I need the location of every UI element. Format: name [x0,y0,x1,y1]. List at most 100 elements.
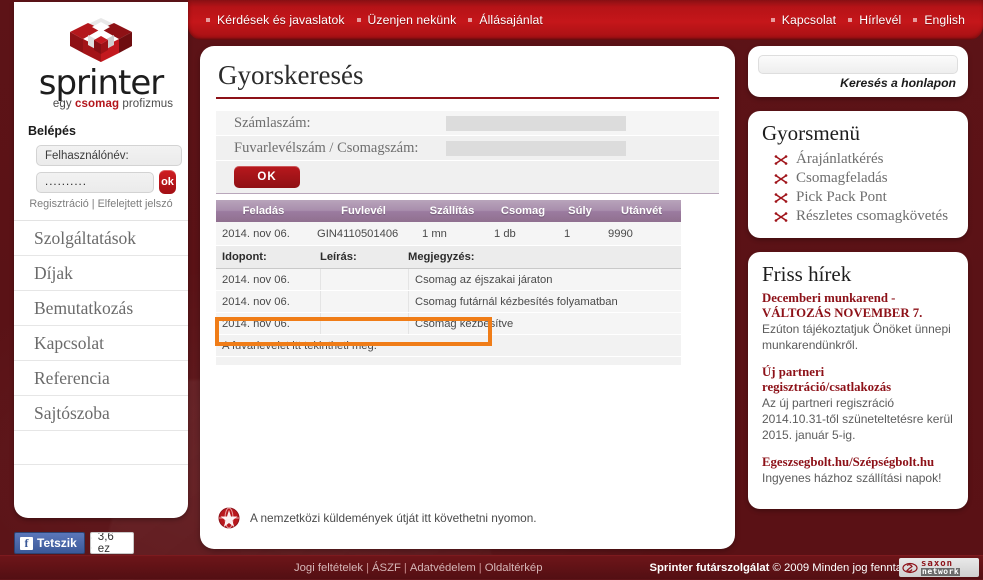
events-header-megjegyzes: Megjegyzés: [408,251,475,263]
news-item[interactable]: Új partneri regisztráció/csatlakozás Az … [762,365,954,444]
password-input[interactable] [36,171,154,193]
facebook-like-button[interactable]: f Tetszik [14,532,85,554]
quickmenu-title: Gyorsmenü [762,121,860,145]
facebook-like-widget[interactable]: f Tetszik 3,6 ez [14,532,134,554]
tagline-post: profizmus [119,98,174,110]
quickmenu-item-csomagfeladas[interactable]: Csomagfeladás [762,169,954,188]
table-bottom-spacer [216,357,681,365]
top-navigation-bar: Kérdések és javaslatok Üzenjen nekünk Ál… [188,0,983,40]
nav-link-label[interactable]: Állásajánlat [479,13,543,27]
form-label: Fuvarlevélszám / Csomagszám: [234,139,419,156]
form-button-row: OK [216,161,719,194]
footer-separator: | [403,561,407,574]
sidebar-item-szolgaltatasok[interactable]: Szolgáltatások [14,221,188,256]
table-row: 2014. nov 06. GIN4110501406 1 mn 1 db 1 … [216,222,681,246]
events-header-row: Idopont: Leírás: Megjegyzés: [216,246,681,269]
nav-item-kerdesek[interactable]: Kérdések és javaslatok [206,13,345,27]
saxon-network-logo[interactable]: saxon network [899,558,979,577]
right-sidebar: Keresés a honlapon Gyorsmenü Árajánlatké… [748,46,968,523]
left-sidebar-panel: sprinter egy csomag profizmus Belépés ok… [14,2,188,518]
footer-link-adatvedelem[interactable]: Adatvédelem [410,562,476,574]
form-label: Számlaszám: [234,114,311,131]
events-header-idopont: Idopont: [222,251,267,263]
footer-link-aszf[interactable]: ÁSZF [372,562,401,574]
footer-links: Jogi feltételek | ÁSZF | Adatvédelem | Oldalté… [294,562,543,574]
quickmenu-item-label: Árajánlatkérés [796,151,884,167]
table-header-utanvet: Utánvét [620,205,663,217]
top-nav-right-group: Kapcsolat Hírlevél English [759,13,965,27]
nav-item-english[interactable]: English [901,13,965,27]
results-table: Feladás Fuvlevél Szállítás Csomag Súly U… [216,200,681,365]
cell-utanvet: 9990 [608,227,633,240]
nav-link-label[interactable]: English [924,13,965,27]
table-header-fuvlevel: Fuvlevél [341,205,386,217]
international-tracking-note[interactable]: A nemzetközi küldemények útját itt követ… [218,507,537,529]
footer-link-oldalterkep[interactable]: Oldaltérkép [485,562,543,574]
quickmenu-item-reszletes-csomagkovetes[interactable]: Részletes csomagkövetés [762,207,954,226]
gift-box-icon [70,18,132,62]
sidebar-item-sajtoszoba[interactable]: Sajtószoba [14,396,188,431]
nav-item-hirlevel[interactable]: Hírlevél [836,13,901,27]
news-item[interactable]: Decemberi munkarend - VÁLTOZÁS NOVEMBER … [762,291,954,354]
nav-item-uzenjen[interactable]: Üzenjen nekünk [345,13,457,27]
site-search-label[interactable]: Keresés a honlapon [758,76,958,90]
login-ok-button[interactable]: ok [159,170,176,194]
bullet-icon [468,18,473,22]
brand-logo-area[interactable]: sprinter egy csomag profizmus [14,2,188,116]
news-item[interactable]: Egeszsegbolt.hu/Szépségbolt.hu Ingyenes … [762,455,954,487]
quickmenu-item-arajanlatkeres[interactable]: Árajánlatkérés [762,150,954,169]
top-nav-left-group: Kérdések és javaslatok Üzenjen nekünk Ál… [206,13,543,27]
cell-fuvlevel: GIN4110501406 [317,227,399,240]
szamlaszam-input[interactable] [446,115,626,131]
nav-link-label[interactable]: Kérdések és javaslatok [217,13,345,27]
forgot-password-link[interactable]: Elfelejtett jelszó [98,198,173,210]
bullet-icon [206,18,210,22]
title-divider [216,97,719,99]
sidebar-item-dijak[interactable]: Díjak [14,256,188,291]
tagline-pre: egy [52,98,76,110]
footer-link-jogi-feltetelek[interactable]: Jogi feltételek [294,562,363,574]
submit-ok-button[interactable]: OK [234,166,300,188]
tagline-bold: csomag [75,98,120,110]
scissors-icon [774,211,788,222]
fuvarlevelszam-input[interactable] [446,140,626,156]
bullet-icon [356,18,361,22]
news-item-body: Ezúton tájékoztatjuk Önöket ünnepi munka… [762,322,951,353]
event-row: 2014. nov 06. Csomag futárnál kézbesítés… [216,291,681,313]
register-link[interactable]: Regisztráció [29,198,88,210]
cell-szallitas: 1 mn [422,227,447,240]
nav-link-label[interactable]: Hírlevél [859,13,901,27]
news-title: Friss hírek [762,262,852,286]
nav-item-allasajanlat[interactable]: Állásajánlat [456,13,543,27]
login-box: Belépés ok Regisztráció | Elfelejtett je… [14,116,188,210]
login-title: Belépés [28,124,76,138]
saxon-line-2: network [921,566,961,576]
quickmenu-item-label: Csomagfeladás [796,170,888,186]
event-row-highlighted: 2014. nov 06. Csomag kézbesítve [216,313,681,335]
scissors-icon [774,173,788,184]
sidebar-item-referencia[interactable]: Referencia [14,361,188,396]
event-note: Csomag az éjszakai járaton [408,269,681,290]
table-header-szallitas: Szállítás [429,205,475,217]
login-links: Regisztráció | Elfelejtett jelszó [26,198,176,210]
table-header-feladas: Feladás [242,205,285,217]
news-card: Friss hírek Decemberi munkarend - VÁLTOZ… [748,252,968,510]
site-search-input[interactable] [758,55,958,74]
username-input[interactable] [36,145,182,166]
quickmenu-item-pick-pack-pont[interactable]: Pick Pack Pont [762,188,954,207]
nav-link-label[interactable]: Üzenjen nekünk [368,13,457,27]
brand-wordmark: sprinter [38,63,165,103]
scissors-icon [774,154,788,165]
footer-separator: | [478,561,482,574]
sidebar-item-bemutatkozas[interactable]: Bemutatkozás [14,291,188,326]
news-item-body: Az új partneri regiszráció 2014.10.31-tő… [762,396,953,442]
nav-item-kapcsolat[interactable]: Kapcsolat [759,13,836,27]
table-header-suly: Súly [568,205,592,217]
nav-link-label[interactable]: Kapcsolat [782,13,836,27]
sidebar-item-kapcsolat[interactable]: Kapcsolat [14,326,188,361]
table-footnote[interactable]: A fuvarlevelet itt tekintheti meg. [216,335,681,357]
search-form: Számlaszám: Fuvarlevélszám / Csomagszám:… [216,111,719,194]
site-search-card: Keresés a honlapon [748,46,968,97]
event-row: 2014. nov 06. Csomag az éjszakai járaton [216,269,681,291]
saxon-wordmark: saxon network [921,559,961,576]
